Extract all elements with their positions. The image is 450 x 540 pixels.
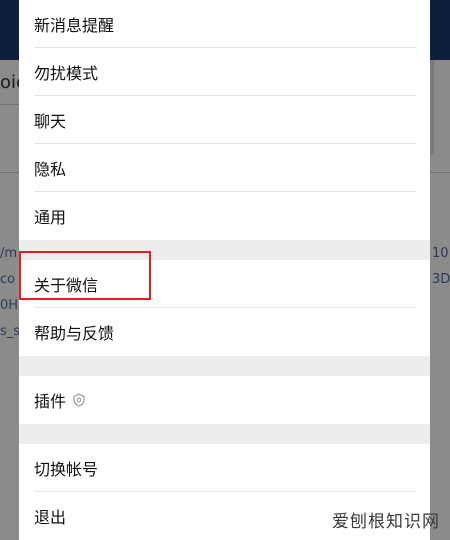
menu-item-label: 新消息提醒 (34, 16, 115, 35)
menu-item-label: 帮助与反馈 (34, 324, 115, 343)
watermark-text: 爱刨根知识网 (332, 512, 440, 532)
background-link-fragment: co (0, 272, 16, 287)
menu-item-label: 切换帐号 (34, 460, 99, 479)
menu-item-do-not-disturb[interactable]: 勿扰模式 (19, 48, 430, 96)
settings-group-main: 新消息提醒 勿扰模式 聊天 隐私 通用 (19, 0, 430, 240)
background-link-fragment: 0H (0, 298, 19, 313)
menu-item-new-message-alerts[interactable]: 新消息提醒 (19, 0, 430, 48)
background-link-fragment: 3D (432, 272, 450, 287)
background-divider (430, 172, 450, 173)
background-link-fragment: /m (0, 246, 18, 261)
menu-item-label: 聊天 (34, 112, 67, 131)
menu-item-privacy[interactable]: 隐私 (19, 144, 430, 192)
background-divider (0, 172, 19, 173)
menu-item-label: 通用 (34, 208, 67, 227)
menu-item-label: 退出 (34, 508, 67, 527)
background-link-fragment: 10 (432, 246, 449, 261)
menu-item-label: 插件 (34, 392, 67, 411)
menu-item-general[interactable]: 通用 (19, 192, 430, 240)
menu-item-plugins[interactable]: 插件 (19, 376, 430, 424)
menu-item-help-feedback[interactable]: 帮助与反馈 (19, 308, 430, 356)
background-scrollbar (430, 60, 434, 155)
menu-item-label: 隐私 (34, 160, 67, 179)
menu-item-switch-account[interactable]: 切换帐号 (19, 444, 430, 492)
menu-item-label: 勿扰模式 (34, 64, 99, 83)
menu-item-chats[interactable]: 聊天 (19, 96, 430, 144)
background-divider (0, 104, 19, 105)
plugin-badge-icon (72, 393, 86, 407)
highlight-box (19, 251, 151, 300)
group-gap (19, 356, 430, 376)
settings-group-plugins: 插件 (19, 376, 430, 424)
group-gap (19, 424, 430, 444)
